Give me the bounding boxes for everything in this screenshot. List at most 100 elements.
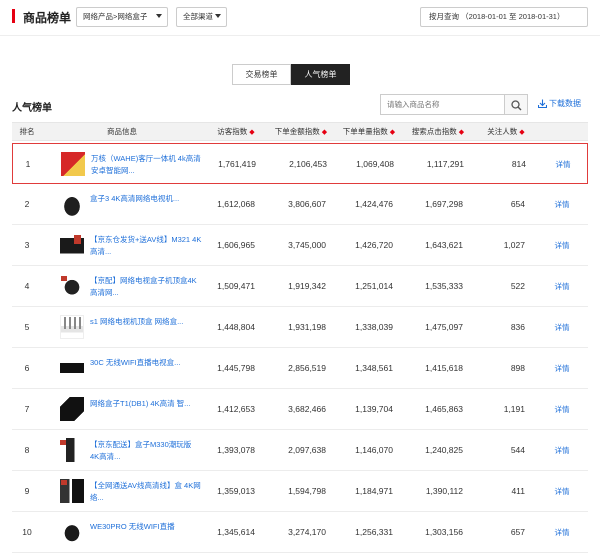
- order-amount-cell: 2,097,638: [288, 445, 326, 455]
- table-row: 1 万核（WAHE)客厅一体机 4k高清安卓智能网... 1,761,419 2,10…: [12, 143, 588, 184]
- detail-link[interactable]: 详情: [552, 512, 572, 553]
- detail-link[interactable]: 详情: [553, 144, 573, 185]
- tab-popularity-ranking[interactable]: 人气榜单: [291, 64, 350, 85]
- follows-cell: 836: [510, 322, 525, 332]
- product-name-link[interactable]: 网络盒子T1(DB1) 4K高清 智...: [90, 398, 202, 424]
- search-clicks-cell: 1,643,621: [425, 240, 463, 250]
- follows-cell: 654: [510, 199, 525, 209]
- col-visits-label: 访客指数: [217, 127, 248, 136]
- product-name-link[interactable]: 盒子3 4K高清网络电视机...: [90, 193, 202, 219]
- order-amount-cell: 3,274,170: [288, 527, 326, 537]
- detail-link[interactable]: 详情: [552, 225, 572, 266]
- product-name-link[interactable]: 【京东仓发货+送AV线】M321 4K高清...: [90, 234, 202, 260]
- visits-cell: 1,448,804: [217, 322, 255, 332]
- category-select[interactable]: 网络产品>网络盒子: [76, 7, 168, 27]
- section-title: 人气榜单: [12, 103, 52, 114]
- product-image: [60, 520, 84, 544]
- search-clicks-cell: 1,303,156: [425, 527, 463, 537]
- product-image: [60, 274, 84, 298]
- product-name-link[interactable]: 万核（WAHE)客厅一体机 4k高清安卓智能网...: [91, 153, 203, 179]
- order-qty-cell: 1,348,561: [355, 363, 393, 373]
- follows-cell: 814: [511, 159, 526, 169]
- rank-cell: 10: [22, 527, 32, 537]
- product-image: [60, 438, 84, 462]
- rank-cell: 5: [24, 322, 30, 332]
- rank-cell: 8: [24, 445, 30, 455]
- product-name-link[interactable]: 30C 无线WIFI直播电视盒...: [90, 357, 202, 383]
- rank-cell: 7: [24, 404, 30, 414]
- search-clicks-cell: 1,240,825: [425, 445, 463, 455]
- detail-link[interactable]: 详情: [552, 430, 572, 471]
- order-amount-cell: 1,931,198: [288, 322, 326, 332]
- order-qty-cell: 1,256,331: [355, 527, 393, 537]
- detail-link[interactable]: 详情: [552, 389, 572, 430]
- follows-cell: 657: [510, 527, 525, 537]
- visits-cell: 1,359,013: [217, 486, 255, 496]
- product-thumbnail[interactable]: [60, 356, 84, 380]
- product-thumbnail[interactable]: [60, 315, 84, 339]
- search-clicks-cell: 1,117,291: [426, 159, 464, 169]
- product-name-link[interactable]: 【全网通送AV线高清线】盒 4K网络...: [90, 480, 202, 506]
- product-name-link[interactable]: 【京东配送】盒子M330潮玩版 4K高清...: [90, 439, 202, 465]
- product-thumbnail[interactable]: [60, 192, 84, 216]
- detail-link[interactable]: 详情: [552, 348, 572, 389]
- product-name-link[interactable]: WE30PRO 无线WIFI直播: [90, 521, 202, 547]
- detail-link[interactable]: 详情: [552, 307, 572, 348]
- page-title: 商品榜单: [23, 11, 72, 25]
- product-thumbnail[interactable]: [60, 520, 84, 544]
- table-row: 3 【京东仓发货+送AV线】M321 4K高清... 1,606,965 3,745,…: [12, 225, 588, 266]
- date-range-picker[interactable]: 按月查询 （2018-01-01 至 2018-01-31）: [420, 7, 588, 27]
- rank-cell: 9: [24, 486, 30, 496]
- product-thumbnail[interactable]: [60, 274, 84, 298]
- rank-cell: 3: [24, 240, 30, 250]
- order-amount-cell: 1,594,798: [288, 486, 326, 496]
- product-name-link[interactable]: s1 网络电视机顶盒 网络盒...: [90, 316, 202, 342]
- product-image: [60, 356, 84, 380]
- product-image: [60, 233, 84, 257]
- product-image: [60, 192, 84, 216]
- order-qty-cell: 1,338,039: [355, 322, 393, 332]
- top-bar: 商品榜单 网络产品>网络盒子 全部渠道 按月查询 （2018-01-01 至 2…: [0, 0, 600, 36]
- order-qty-cell: 1,146,070: [355, 445, 393, 455]
- product-thumbnail[interactable]: [61, 152, 85, 176]
- order-qty-cell: 1,139,704: [355, 404, 393, 414]
- ranking-tabs: 交易榜单 人气榜单: [232, 64, 350, 85]
- product-thumbnail[interactable]: [60, 397, 84, 421]
- order-amount-cell: 3,682,466: [288, 404, 326, 414]
- col-visits[interactable]: 访客指数 ◆: [206, 123, 266, 141]
- col-follows-label: 关注人数: [487, 127, 518, 136]
- col-follows[interactable]: 关注人数 ◆: [478, 123, 534, 141]
- col-order-amount[interactable]: 下单金额指数 ◆: [268, 123, 334, 141]
- col-search-clicks-label: 搜索点击指数: [411, 127, 457, 136]
- product-image: [60, 479, 84, 503]
- order-qty-cell: 1,251,014: [355, 281, 393, 291]
- rank-cell: 4: [24, 281, 30, 291]
- visits-cell: 1,345,614: [217, 527, 255, 537]
- category-select-value: 网络产品>网络盒子: [83, 12, 148, 21]
- product-image: [60, 397, 84, 421]
- follows-cell: 522: [510, 281, 525, 291]
- product-thumbnail[interactable]: [60, 233, 84, 257]
- visits-cell: 1,412,653: [217, 404, 255, 414]
- follows-cell: 544: [510, 445, 525, 455]
- product-image: [60, 315, 84, 339]
- channel-select[interactable]: 全部渠道: [176, 7, 227, 27]
- sort-icon: ◆: [321, 129, 328, 136]
- detail-link[interactable]: 详情: [552, 184, 572, 225]
- title-accent-bar: [12, 9, 15, 23]
- visits-cell: 1,606,965: [217, 240, 255, 250]
- col-search-clicks[interactable]: 搜索点击指数 ◆: [404, 123, 472, 141]
- product-search-input[interactable]: [380, 94, 504, 115]
- detail-link[interactable]: 详情: [552, 266, 572, 307]
- search-button[interactable]: [504, 94, 528, 115]
- search-clicks-cell: 1,465,863: [425, 404, 463, 414]
- chevron-down-icon: [156, 14, 162, 18]
- product-thumbnail[interactable]: [60, 438, 84, 462]
- col-order-qty[interactable]: 下单单量指数 ◆: [336, 123, 402, 141]
- download-button[interactable]: 下载数据: [537, 98, 581, 109]
- product-name-link[interactable]: 【京配】网络电视盒子机顶盒4K高清网...: [90, 275, 202, 301]
- detail-link[interactable]: 详情: [552, 471, 572, 512]
- download-label: 下载数据: [549, 99, 581, 108]
- tab-trade-ranking[interactable]: 交易榜单: [232, 64, 291, 85]
- product-thumbnail[interactable]: [60, 479, 84, 503]
